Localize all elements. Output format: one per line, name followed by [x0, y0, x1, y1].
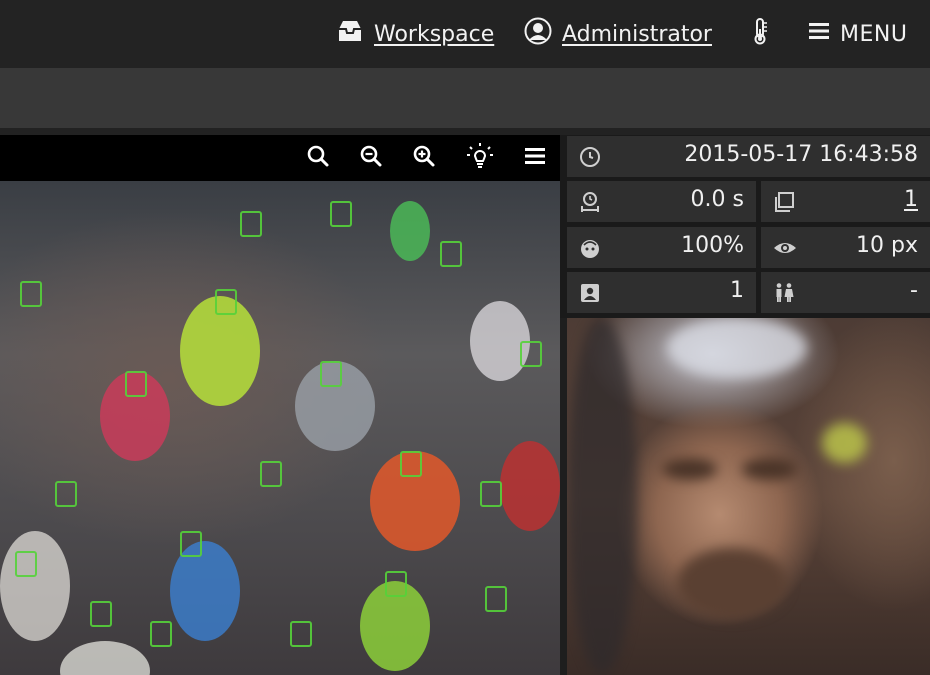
person-count-cell: 1	[567, 272, 756, 313]
search-button[interactable]	[303, 143, 333, 173]
zoom-in-button[interactable]	[409, 143, 439, 173]
portrait-icon	[579, 282, 601, 304]
face-detection-box[interactable]	[55, 481, 77, 507]
crowd-photo-viewer[interactable]	[0, 181, 560, 675]
runner-shirt	[0, 531, 70, 641]
face-feature	[667, 318, 807, 378]
list-menu-icon	[524, 146, 546, 170]
timer-icon	[579, 191, 601, 213]
inbox-icon	[336, 19, 364, 49]
face-feature	[677, 548, 787, 618]
zoom-out-button[interactable]	[356, 143, 386, 173]
top-navigation-bar: Workspace Administrator MENU	[0, 0, 930, 68]
copy-frames-icon	[773, 191, 795, 213]
main-menu-button[interactable]: MENU	[808, 17, 907, 51]
face-quality-value: 100%	[681, 233, 744, 258]
face-detection-box[interactable]	[290, 621, 312, 647]
face-detection-box[interactable]	[125, 371, 147, 397]
clock-icon	[579, 146, 601, 168]
min-size-value: 10 px	[856, 233, 918, 258]
runner-shirt	[390, 201, 430, 261]
runner-shirt	[500, 441, 560, 531]
list-menu-button[interactable]	[520, 143, 550, 173]
brightness-button[interactable]	[465, 143, 495, 173]
face-feature	[662, 458, 717, 480]
face-detection-box[interactable]	[400, 451, 422, 477]
frame-count-cell[interactable]: 1	[761, 181, 930, 222]
administrator-label: Administrator	[562, 21, 712, 47]
secondary-bar	[0, 68, 930, 128]
workspace-label: Workspace	[374, 21, 495, 47]
workspace-link[interactable]: Workspace	[336, 17, 494, 51]
face-detection-box[interactable]	[215, 289, 237, 315]
search-icon	[306, 144, 330, 172]
min-size-cell: 10 px	[761, 227, 930, 268]
face-feature	[742, 458, 797, 480]
face-detection-box[interactable]	[90, 601, 112, 627]
face-zoom-preview	[567, 318, 930, 675]
face-info-panel: 2015-05-17 16:43:58 0.0 s 1 100% 10 px 1…	[560, 135, 930, 318]
eye-icon	[773, 237, 796, 259]
face-detection-box[interactable]	[385, 571, 407, 597]
zoom-in-icon	[412, 144, 436, 172]
duration-cell: 0.0 s	[567, 181, 756, 222]
image-toolbar	[0, 135, 560, 181]
face-detection-box[interactable]	[240, 211, 262, 237]
face-icon	[579, 237, 601, 259]
zoom-out-icon	[359, 144, 383, 172]
timestamp-cell: 2015-05-17 16:43:58	[567, 136, 930, 177]
face-detection-box[interactable]	[440, 241, 462, 267]
runner-shirt	[60, 641, 150, 675]
gender-cell: -	[761, 272, 930, 313]
face-detection-box[interactable]	[485, 586, 507, 612]
duration-value: 0.0 s	[690, 187, 744, 212]
gender-value: -	[910, 278, 918, 303]
male-female-icon	[773, 282, 795, 304]
user-avatar-icon	[524, 17, 552, 51]
person-count-value: 1	[730, 278, 744, 303]
face-detection-box[interactable]	[320, 361, 342, 387]
timestamp-value: 2015-05-17 16:43:58	[684, 142, 918, 167]
face-detection-box[interactable]	[480, 481, 502, 507]
hamburger-icon	[808, 21, 830, 47]
face-feature	[822, 423, 867, 463]
frame-count-link[interactable]: 1	[904, 187, 918, 212]
administrator-link[interactable]: Administrator	[524, 17, 712, 51]
temperature-button[interactable]	[751, 17, 769, 51]
face-detection-box[interactable]	[520, 341, 542, 367]
face-detection-box[interactable]	[20, 281, 42, 307]
divider	[0, 128, 930, 135]
face-feature	[567, 318, 637, 675]
face-detection-box[interactable]	[330, 201, 352, 227]
face-detection-box[interactable]	[260, 461, 282, 487]
face-detection-box[interactable]	[15, 551, 37, 577]
menu-label: MENU	[840, 21, 908, 47]
lightbulb-icon	[466, 142, 494, 174]
thermometer-icon	[751, 17, 769, 51]
face-detection-box[interactable]	[150, 621, 172, 647]
face-detection-box[interactable]	[180, 531, 202, 557]
face-quality-cell: 100%	[567, 227, 756, 268]
